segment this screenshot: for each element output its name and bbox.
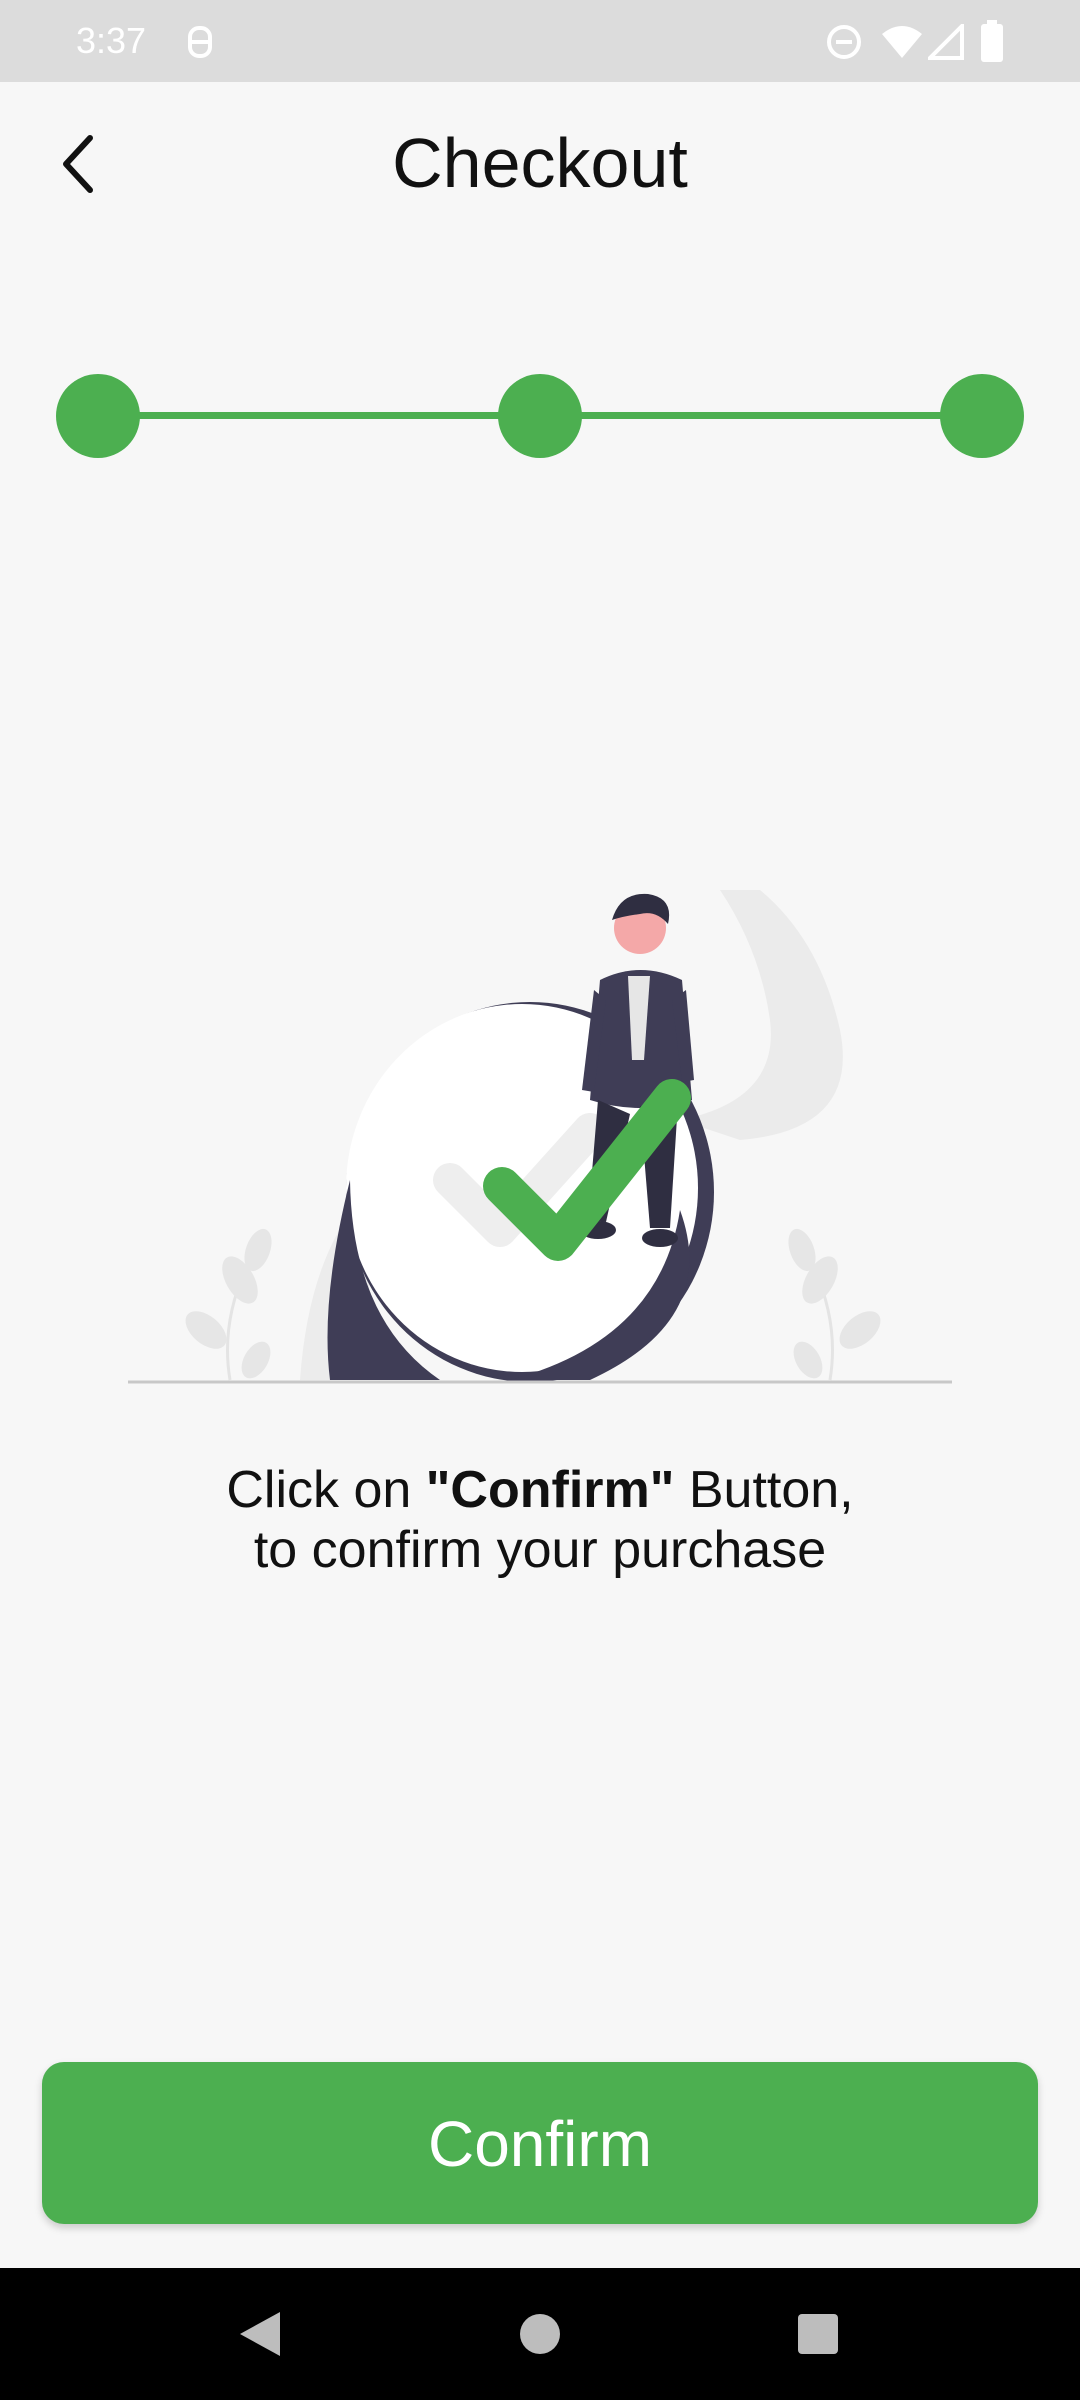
message-line-2: to confirm your purchase: [253, 1521, 827, 1579]
step-1-dot: [56, 374, 140, 458]
confirm-button[interactable]: Confirm: [42, 2062, 1038, 2224]
recents-square-icon[interactable]: [782, 2298, 854, 2370]
status-time: 3:37: [76, 20, 147, 61]
status-bar: 3:37: [0, 0, 1080, 82]
step-connector-2: [578, 412, 982, 419]
home-circle-icon[interactable]: [504, 2298, 576, 2370]
step-2-dot: [498, 374, 582, 458]
app-bar: Checkout: [0, 82, 1080, 242]
message-bold-confirm: "Confirm": [425, 1461, 675, 1519]
step-3-dot: [940, 374, 1024, 458]
do-not-disturb-icon: [827, 25, 861, 59]
confirm-instructions: Click on "Confirm" Button, to confirm yo…: [0, 1460, 1080, 1580]
battery-icon: [981, 20, 1003, 62]
order-confirmed-illustration: [128, 890, 952, 1384]
checkout-stepper: [0, 370, 1080, 460]
system-nav-bar: [0, 2268, 1080, 2400]
message-line-1: Click on "Confirm" Button,: [0, 1460, 1080, 1520]
signal-icon: [928, 24, 964, 60]
page-title: Checkout: [392, 124, 688, 202]
message-suffix: Button,: [674, 1461, 854, 1519]
message-prefix: Click on: [226, 1461, 426, 1519]
step-connector-1: [96, 412, 506, 419]
wifi-icon: [882, 26, 922, 58]
notification-icon: [188, 26, 212, 58]
back-triangle-icon[interactable]: [224, 2298, 296, 2370]
